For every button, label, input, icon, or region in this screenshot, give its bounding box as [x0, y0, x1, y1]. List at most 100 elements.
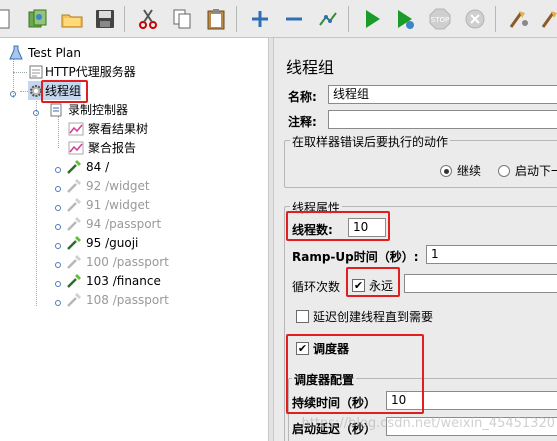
new-icon[interactable] [0, 5, 16, 33]
expand-handle-icon[interactable] [54, 220, 62, 230]
pipette-icon [66, 254, 82, 270]
clear-all-icon[interactable] [537, 5, 557, 33]
threads-field[interactable]: 10 [348, 218, 386, 237]
tree-label: 95 /guoji [86, 235, 139, 250]
expand-handle-icon[interactable] [32, 106, 40, 116]
radio-label: 继续 [457, 164, 482, 178]
shutdown-icon[interactable] [461, 5, 489, 33]
toggle-icon[interactable] [314, 5, 342, 33]
forever-checkbox[interactable]: ✔ 永远 [352, 277, 393, 294]
expand-icon[interactable] [246, 5, 274, 33]
tree-label: 聚合报告 [88, 141, 137, 155]
expand-handle-icon[interactable] [54, 163, 62, 173]
tree-label: 察看结果树 [88, 122, 149, 136]
tree-node-proxy[interactable]: HTTP代理服务器 [28, 62, 136, 81]
test-plan-tree: Test Plan HTTP代理服务器 线程组 录制控制器 察看结果树 聚合报告… [0, 38, 268, 441]
recorder-icon [48, 102, 64, 118]
tree-label: 线程组 [45, 84, 82, 98]
page-title: 线程组 [286, 58, 335, 77]
tree-label: Test Plan [28, 45, 81, 60]
chart-icon [68, 121, 84, 137]
duration-label: 持续时间（秒） [292, 396, 377, 410]
tree-node-test-plan[interactable]: Test Plan [8, 43, 81, 62]
tree-node-sampler[interactable]: 91 /widget [66, 195, 150, 214]
tree-node-sampler[interactable]: 92 /widget [66, 176, 150, 195]
checkmark-icon: ✔ [352, 279, 365, 292]
tree-node-sampler[interactable]: 100 /passport [66, 252, 169, 271]
pipette-icon [66, 292, 82, 308]
rampup-label: Ramp-Up时间（秒）: [292, 250, 419, 264]
start-icon[interactable] [358, 5, 386, 33]
expand-handle-icon[interactable] [54, 258, 62, 268]
watermark: https://blog.csdn.net/weixin_45451320 [301, 416, 555, 431]
threads-label: 线程数: [292, 223, 333, 237]
save-icon[interactable] [91, 5, 119, 33]
tree-label: 103 /finance [86, 273, 161, 288]
checkbox-label: 调度器 [313, 342, 350, 356]
pipette-icon [66, 216, 82, 232]
expand-handle-icon[interactable] [54, 182, 62, 192]
comment-label: 注释: [288, 115, 317, 129]
name-label: 名称: [288, 90, 317, 104]
tree-node-sampler[interactable]: 94 /passport [66, 214, 161, 233]
flask-icon [8, 45, 24, 61]
radio-icon [498, 164, 510, 177]
expand-handle-icon[interactable] [54, 201, 62, 211]
paste-icon[interactable] [202, 5, 230, 33]
expand-handle-icon[interactable] [54, 296, 62, 306]
svg-text:STOP: STOP [431, 16, 449, 24]
cut-icon[interactable] [134, 5, 162, 33]
tree-label: 100 /passport [86, 254, 169, 269]
radio-label: 启动下一 [515, 164, 557, 178]
expand-handle-icon[interactable] [9, 87, 17, 97]
loop-count-field[interactable] [404, 274, 557, 293]
scheduler-checkbox[interactable]: ✔ 调度器 [296, 340, 349, 357]
pipette-icon [66, 197, 82, 213]
tree-label: 84 / [86, 159, 110, 174]
tree-label: 94 /passport [86, 216, 162, 231]
checkbox-icon [296, 310, 309, 323]
loop-label: 循环次数 [292, 280, 341, 294]
tree-node-sampler[interactable]: 84 / [66, 157, 109, 176]
proxy-icon [28, 64, 44, 80]
templates-icon[interactable] [24, 5, 52, 33]
checkmark-icon: ✔ [296, 342, 309, 355]
pipette-icon [66, 235, 82, 251]
start-next-radio[interactable]: 启动下一 [498, 162, 557, 179]
delay-create-checkbox[interactable]: 延迟创建线程直到需要 [296, 308, 433, 325]
tree-node-results-tree[interactable]: 察看结果树 [68, 119, 148, 138]
tree-label: 91 /widget [86, 197, 150, 212]
duration-field[interactable]: 10 [386, 391, 557, 410]
toolbar: STOP [0, 0, 557, 38]
tree-node-thread-group[interactable]: 线程组 [28, 81, 82, 100]
tree-label: HTTP代理服务器 [45, 65, 136, 79]
error-action-legend: 在取样器错误后要执行的动作 [290, 133, 451, 150]
pipette-icon [66, 178, 82, 194]
tree-node-sampler[interactable]: 95 /guoji [66, 233, 138, 252]
tree-node-recorder[interactable]: 录制控制器 [48, 100, 128, 119]
continue-radio[interactable]: 继续 [440, 162, 481, 179]
gear-icon [28, 83, 44, 99]
comment-field[interactable] [328, 110, 557, 129]
expand-handle-icon[interactable] [54, 277, 62, 287]
checkbox-label: 永远 [369, 279, 394, 293]
collapse-icon[interactable] [280, 5, 308, 33]
start-no-pause-icon[interactable] [391, 5, 419, 33]
tree-node-aggregate[interactable]: 聚合报告 [68, 138, 136, 157]
tree-label: 108 /passport [86, 292, 169, 307]
radio-selected-icon [440, 164, 452, 177]
stop-icon[interactable]: STOP [426, 5, 454, 33]
expand-handle-icon[interactable] [54, 239, 62, 249]
checkbox-label: 延迟创建线程直到需要 [313, 310, 434, 324]
tree-node-sampler[interactable]: 108 /passport [66, 290, 169, 309]
clear-icon[interactable] [505, 5, 533, 33]
tree-node-sampler[interactable]: 103 /finance [66, 271, 161, 290]
name-field[interactable]: 线程组 [328, 85, 557, 104]
thread-props-legend: 线程属性 [290, 199, 343, 216]
copy-icon[interactable] [168, 5, 196, 33]
pipette-icon [66, 159, 82, 175]
pipette-icon [66, 273, 82, 289]
tree-label: 录制控制器 [68, 103, 129, 117]
rampup-field[interactable]: 1 [426, 245, 557, 264]
open-icon[interactable] [58, 5, 86, 33]
